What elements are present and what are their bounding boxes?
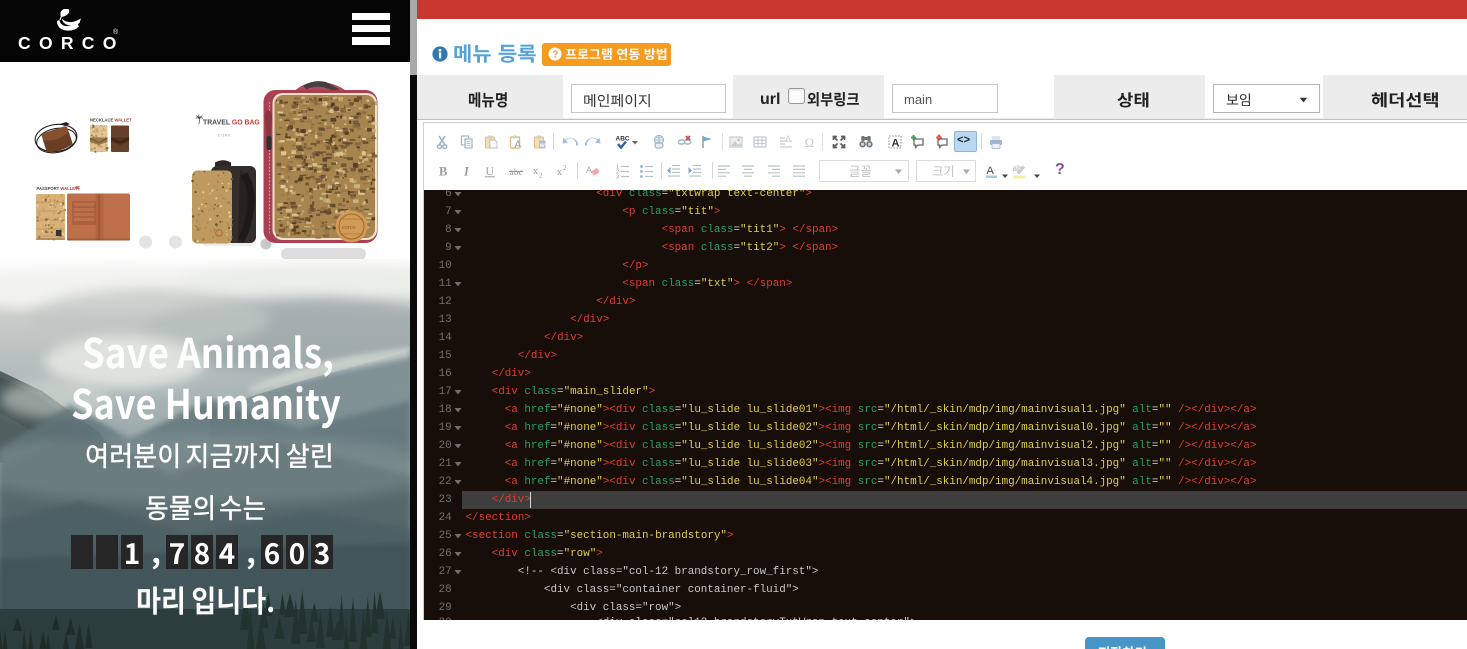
svg-text:NECKLACE WALLET: NECKLACE WALLET [90, 118, 132, 123]
svg-text:A: A [586, 165, 592, 175]
svg-text:ABC: ABC [616, 135, 630, 142]
svg-text:A: A [515, 139, 522, 150]
svg-text:2: 2 [539, 171, 543, 179]
svg-text:A: A [786, 135, 791, 142]
svg-text:B: B [439, 164, 447, 178]
svg-text:abc: abc [510, 168, 523, 178]
svg-text:corco: corco [342, 225, 355, 231]
svg-text:PASSPORT WALLET: PASSPORT WALLET [37, 186, 79, 191]
svg-text:3: 3 [616, 174, 619, 179]
svg-text:x: x [557, 167, 562, 178]
svg-text:I: I [463, 164, 470, 178]
svg-text:CORK: CORK [218, 134, 231, 138]
svg-text:x: x [533, 166, 538, 177]
svg-text:A: A [891, 137, 899, 149]
svg-text:A: A [987, 165, 995, 177]
svg-text:w: w [539, 142, 546, 149]
svg-text:U: U [486, 166, 495, 178]
svg-text:TRAVEL GO BAG: TRAVEL GO BAG [203, 120, 260, 127]
svg-text:Ω: Ω [805, 135, 815, 150]
svg-text:?: ? [552, 49, 558, 60]
svg-text:2: 2 [563, 164, 567, 172]
